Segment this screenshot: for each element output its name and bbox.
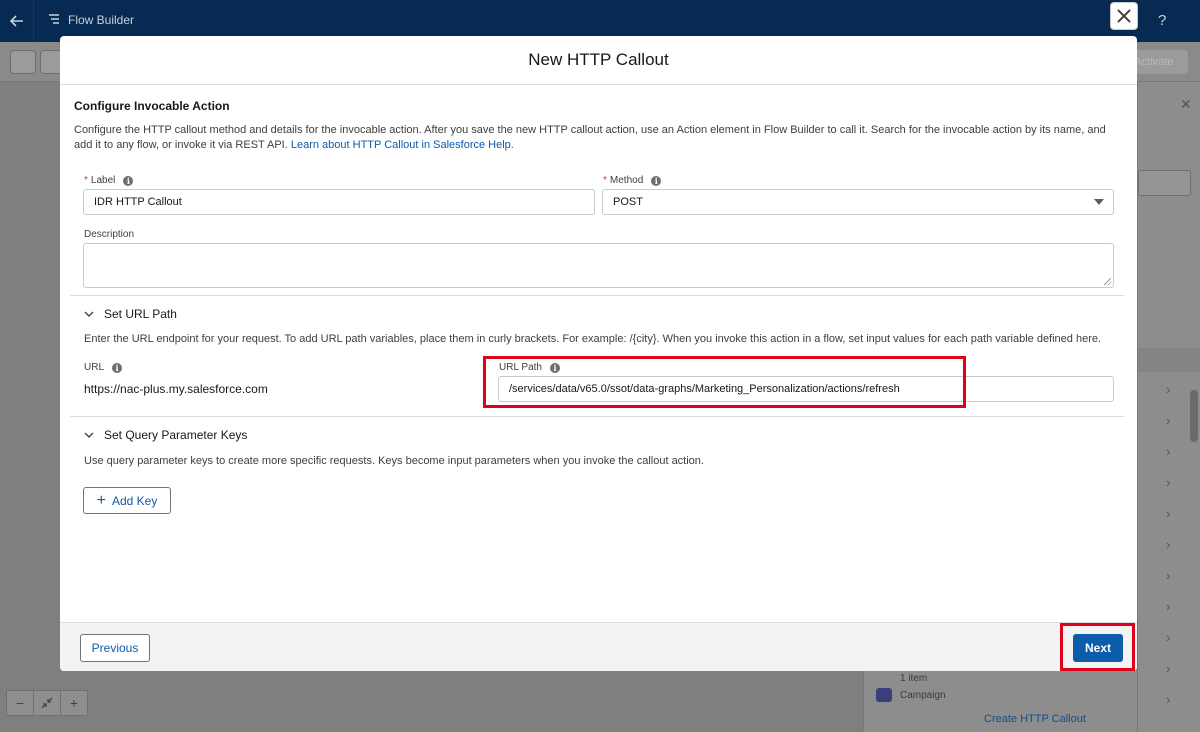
divider [70,295,1124,296]
label-text: Label [90,175,116,186]
method-value: POST [613,196,643,208]
method-field-label: * Method i [603,175,662,186]
previous-button[interactable]: Previous [80,634,150,662]
label-field-label: * Label i [84,175,134,186]
panel-close-icon[interactable]: ✕ [1180,96,1192,113]
method-label-text: Method [609,175,644,186]
right-panel: ✕ › › › › › › › › › › › [1137,82,1200,732]
url-field-label: URL i [84,362,123,373]
collapse-icon [41,697,53,709]
url-path-highlight [483,356,966,408]
list-item[interactable]: Campaign [876,688,946,702]
zoom-out-button[interactable]: − [6,690,34,716]
chevron-right-icon[interactable]: › [1166,475,1170,490]
help-link[interactable]: Learn about HTTP Callout in Salesforce H… [291,139,514,151]
zoom-in-button[interactable]: + [60,690,88,716]
url-section-toggle[interactable]: Set URL Path [84,307,177,321]
query-section-title: Set Query Parameter Keys [104,428,248,442]
section-description: Configure the HTTP callout method and de… [74,123,1124,153]
url-label-text: URL [84,362,105,373]
close-icon [1117,9,1131,23]
required-mark: * [603,175,607,186]
app-title: Flow Builder [48,13,134,27]
url-section-description: Enter the URL endpoint for your request.… [84,333,1102,345]
url-value: https://nac-plus.my.salesforce.com [84,382,268,396]
fit-view-button[interactable] [33,690,61,716]
chevron-right-icon[interactable]: › [1166,382,1170,397]
next-button-highlight [1060,623,1135,671]
info-icon[interactable]: i [123,175,134,186]
back-arrow-icon [9,15,23,27]
add-key-label: Add Key [111,493,158,508]
resize-grip-icon[interactable] [1104,278,1111,285]
create-http-callout-link[interactable]: Create HTTP Callout [984,713,1086,725]
description-label-text: Description [84,229,135,240]
back-button[interactable] [0,0,34,42]
chevron-down-icon [84,432,94,438]
label-input[interactable]: IDR HTTP Callout [83,189,595,215]
panel-scrollbar[interactable] [1190,390,1198,442]
modal-close-button[interactable] [1110,2,1138,30]
chevron-right-icon[interactable]: › [1166,537,1170,552]
method-select[interactable]: POST [602,189,1114,215]
description-field-label: Description [84,229,134,240]
section-description-text: Configure the HTTP callout method and de… [74,124,1106,151]
zoom-controls: − + [6,690,88,716]
object-icon [876,688,892,702]
query-section-description: Use query parameter keys to create more … [84,455,704,467]
chevron-right-icon[interactable]: › [1166,506,1170,521]
chevron-right-icon[interactable]: › [1166,661,1170,676]
modal-body: Configure Invocable Action Configure the… [60,85,1137,622]
list-item-count: 1 item [876,671,927,685]
chevron-right-icon[interactable]: › [1166,692,1170,707]
required-mark: * [84,175,88,186]
object-list-panel: 1 item Campaign Create HTTP Callout [863,670,1137,732]
chevron-right-icon[interactable]: › [1166,413,1170,428]
help-icon[interactable]: ? [1158,12,1166,29]
info-icon[interactable]: i [651,175,662,186]
url-section-title: Set URL Path [104,307,177,321]
chevron-right-icon[interactable]: › [1166,599,1170,614]
flow-icon [49,14,59,24]
divider [70,416,1124,417]
section-title: Configure Invocable Action [74,99,230,113]
description-textarea[interactable] [83,243,1114,288]
chevron-right-icon[interactable]: › [1166,444,1170,459]
add-key-button[interactable]: + Add Key [83,487,171,514]
toggle-panel-button[interactable] [10,50,36,74]
chevron-right-icon[interactable]: › [1166,630,1170,645]
chevron-down-icon [1094,199,1104,205]
item-count: 1 item [900,672,928,684]
panel-search-input[interactable] [1138,170,1191,196]
modal-title: New HTTP Callout [528,50,669,69]
plus-icon: + [96,491,106,509]
http-callout-modal: New HTTP Callout Configure Invocable Act… [60,36,1137,671]
app-name: Flow Builder [68,13,135,27]
modal-footer: Previous Next [60,622,1137,671]
item-name: Campaign [900,689,946,701]
info-icon[interactable]: i [112,362,123,373]
modal-header: New HTTP Callout [60,36,1137,85]
chevron-right-icon[interactable]: › [1166,568,1170,583]
query-section-toggle[interactable]: Set Query Parameter Keys [84,428,247,442]
panel-section-band [1138,348,1200,372]
chevron-down-icon [84,311,94,317]
